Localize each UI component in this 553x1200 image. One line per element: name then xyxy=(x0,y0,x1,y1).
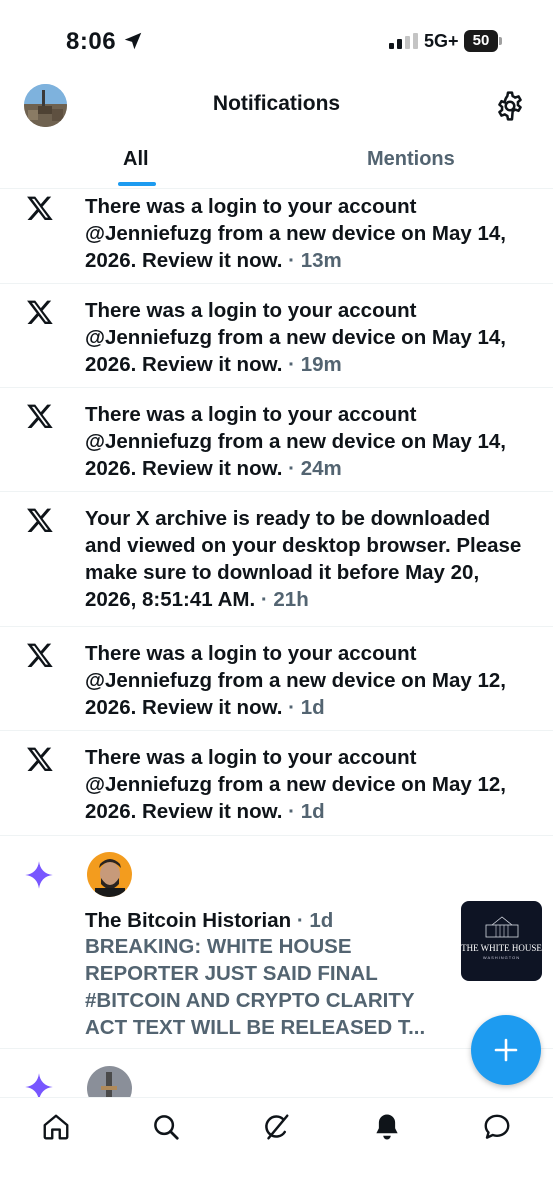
notification-item[interactable]: There was a login to your account @Jenni… xyxy=(0,388,553,492)
x-logo-icon xyxy=(27,300,53,325)
x-logo-icon xyxy=(27,643,53,668)
x-logo-icon xyxy=(27,508,53,533)
white-house-drawing xyxy=(485,916,519,938)
bottom-nav xyxy=(0,1097,553,1200)
plus-icon xyxy=(494,1038,518,1062)
location-arrow-icon xyxy=(124,32,142,50)
search-icon[interactable] xyxy=(151,1112,181,1142)
notification-time: · 1d xyxy=(282,696,325,719)
battery-icon: 50 xyxy=(464,30,502,52)
notification-text: There was a login to your account @Jenni… xyxy=(85,297,530,378)
x-logo-icon xyxy=(27,196,53,221)
sparkle-icon xyxy=(25,861,53,889)
network-type: 5G+ xyxy=(424,31,459,51)
thumbnail-title: THE WHITE HOUSE xyxy=(461,943,542,953)
notification-time: · 19m xyxy=(282,353,342,376)
thumbnail-subtitle: WASHINGTON xyxy=(482,955,521,960)
post-author[interactable]: The Bitcoin Historian xyxy=(85,909,291,932)
notification-text: There was a login to your account @Jenni… xyxy=(85,193,530,274)
x-logo-icon xyxy=(27,404,53,429)
notification-time: · 13m xyxy=(282,249,342,272)
tab-all[interactable]: All xyxy=(123,148,149,171)
notification-item[interactable]: There was a login to your account @Jenni… xyxy=(0,190,553,284)
post-text: BREAKING: WHITE HOUSE REPORTER JUST SAID… xyxy=(85,935,426,1039)
messages-icon[interactable] xyxy=(482,1112,512,1142)
home-icon[interactable] xyxy=(41,1112,71,1142)
tab-mentions[interactable]: Mentions xyxy=(367,148,455,171)
tab-bar: All Mentions xyxy=(0,136,553,189)
notification-item[interactable]: There was a login to your account @Jenni… xyxy=(0,284,553,388)
author-avatar[interactable] xyxy=(87,852,132,897)
notifications-bell-icon[interactable] xyxy=(372,1112,402,1142)
tab-selected-indicator xyxy=(118,182,156,186)
notification-text: There was a login to your account @Jenni… xyxy=(85,640,530,721)
x-logo-icon xyxy=(27,747,53,772)
notification-item[interactable]: Your X archive is ready to be downloaded… xyxy=(0,492,553,627)
grok-icon[interactable] xyxy=(261,1112,291,1142)
post-header: The Bitcoin Historian · 1d xyxy=(85,909,333,933)
notification-time: · 24m xyxy=(282,457,342,480)
notification-item[interactable]: There was a login to your account @Jenni… xyxy=(0,627,553,731)
notification-text: There was a login to your account @Jenni… xyxy=(85,401,530,482)
notification-text: Your X archive is ready to be downloaded… xyxy=(85,505,530,613)
compose-button[interactable] xyxy=(471,1015,541,1085)
header: Notifications xyxy=(0,80,553,130)
notification-time: · 21h xyxy=(255,588,309,611)
settings-gear-icon[interactable] xyxy=(494,90,526,122)
notification-time: · 1d xyxy=(282,800,325,823)
post-time: · 1d xyxy=(291,909,334,932)
battery-level: 50 xyxy=(464,30,498,52)
notification-text: There was a login to your account @Jenni… xyxy=(85,744,530,825)
author-avatar-image xyxy=(87,852,132,897)
notification-item[interactable]: There was a login to your account @Jenni… xyxy=(0,731,553,836)
cellular-signal-icon xyxy=(389,33,418,49)
status-bar: 8:06 5G+ 50 xyxy=(0,0,553,80)
page-title: Notifications xyxy=(212,92,341,115)
status-time: 8:06 xyxy=(66,28,117,55)
post-media-thumbnail[interactable]: THE WHITE HOUSE WASHINGTON xyxy=(461,901,542,981)
